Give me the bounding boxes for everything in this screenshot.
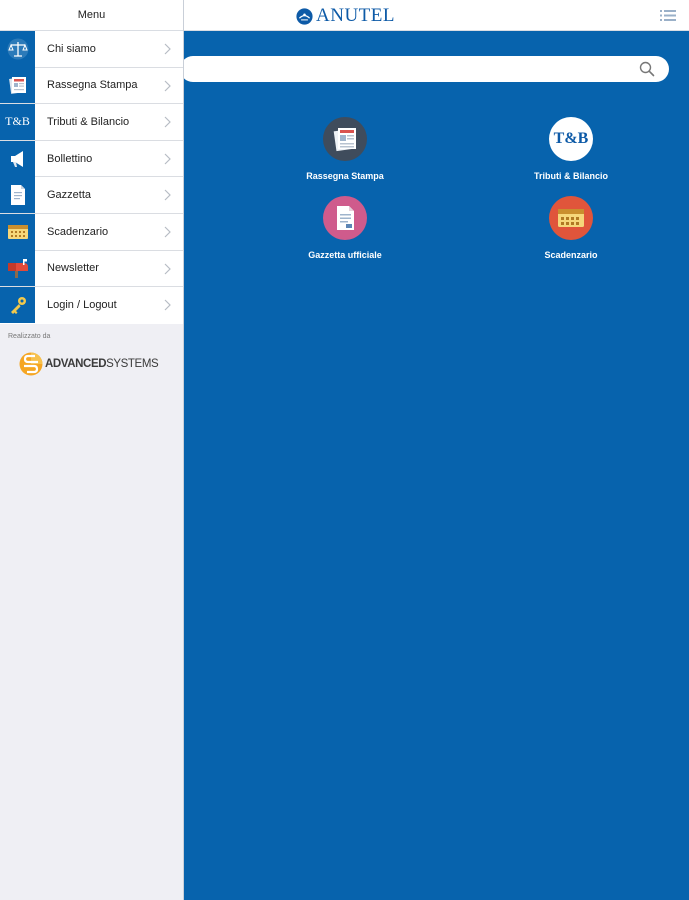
drawer-title: Menu — [0, 0, 183, 31]
tile-circle — [549, 196, 593, 240]
newspaper-icon — [333, 128, 356, 152]
search-input[interactable] — [180, 56, 669, 82]
menu-item-rassegna-stampa[interactable]: Rassegna Stampa — [0, 67, 183, 105]
menu-label: Newsletter — [47, 262, 99, 275]
tb-icon: T&B — [553, 130, 589, 147]
advanced-systems-logo-icon — [19, 352, 43, 376]
tile-label: Scadenzario — [544, 250, 598, 260]
menu-label: Rassegna Stampa — [47, 79, 138, 92]
credit-brand-light: SYSTEMS — [106, 358, 159, 370]
menu-item-tributi-bilancio[interactable]: T&B Tributi & Bilancio — [0, 103, 183, 141]
credit-label: Realizzato da — [8, 332, 51, 340]
brand-name: ANUTEL — [316, 5, 395, 26]
chevron-right-icon — [164, 80, 171, 92]
tile-label: Rassegna Stampa — [306, 171, 384, 181]
calendar-icon — [7, 224, 28, 239]
chevron-right-icon — [164, 263, 171, 274]
tile-scadenzario[interactable]: Scadenzario — [496, 196, 646, 261]
tile-tributi-bilancio[interactable]: T&B Tributi & Bilancio — [496, 117, 646, 182]
menu-icon-box — [0, 177, 35, 214]
menu-item-login-logout[interactable]: Login / Logout — [0, 287, 183, 324]
megaphone-icon — [10, 150, 23, 167]
tile-circle — [323, 117, 367, 161]
menu-label: Tributi & Bilancio — [47, 115, 130, 128]
menu-item-newsletter[interactable]: Newsletter — [0, 250, 183, 288]
newspaper-icon — [8, 77, 26, 95]
mailbox-icon — [7, 259, 28, 279]
menu-label: Login / Logout — [47, 299, 117, 312]
menu-label: Gazzetta — [47, 189, 92, 202]
search-icon[interactable] — [639, 61, 655, 77]
menu-label: Bollettino — [47, 152, 93, 165]
menu-icon-box — [0, 67, 35, 104]
menu-item-chi-siamo[interactable]: Chi siamo — [0, 30, 183, 68]
menu-icon-box — [0, 213, 35, 250]
credit-brand-bold: ADVANCED — [45, 358, 107, 370]
chevron-right-icon — [164, 153, 171, 165]
chevron-right-icon — [164, 43, 171, 55]
menu-icon-box: T&B — [0, 103, 35, 140]
menu-list: Chi siamo Rassegna Stampa T&B Tributi & … — [0, 30, 183, 324]
menu-icon-box — [0, 140, 35, 177]
brand: ANUTEL — [296, 6, 395, 26]
menu-icon-box — [0, 287, 35, 324]
anutel-logo-icon — [296, 7, 313, 25]
chevron-right-icon — [164, 226, 171, 238]
menu-icon-box — [0, 30, 35, 67]
tb-icon: T&B — [5, 114, 30, 129]
scales-icon — [7, 38, 28, 60]
menu-item-gazzetta[interactable]: Gazzetta — [0, 177, 183, 214]
menu-item-scadenzario[interactable]: Scadenzario — [0, 213, 183, 251]
tile-circle: T&B — [549, 117, 593, 161]
chevron-right-icon — [164, 299, 171, 311]
chevron-right-icon — [164, 116, 171, 128]
calendar-icon — [558, 209, 584, 227]
key-icon — [10, 297, 26, 315]
tile-label: Tributi & Bilancio — [533, 171, 608, 181]
menu-label: Chi siamo — [47, 42, 96, 55]
advanced-systems-logo[interactable]: ADVANCEDSYSTEMS — [19, 352, 167, 376]
menu-icon-box — [0, 250, 35, 287]
tile-circle — [323, 196, 367, 240]
document-icon — [10, 185, 25, 206]
menu-label: Scadenzario — [47, 225, 109, 238]
list-menu-icon[interactable] — [660, 9, 676, 22]
tile-label: Gazzetta ufficiale — [308, 250, 382, 260]
advanced-systems-name: ADVANCEDSYSTEMS — [45, 352, 159, 376]
tile-rassegna-stampa[interactable]: Rassegna Stampa — [270, 117, 420, 182]
document-icon — [337, 206, 354, 230]
chevron-right-icon — [164, 189, 171, 201]
menu-item-bollettino[interactable]: Bollettino — [0, 140, 183, 178]
side-drawer: Menu Chi siamo Rassegna Stampa T&B Tribu… — [0, 0, 184, 900]
tile-gazzetta-ufficiale[interactable]: Gazzetta ufficiale — [270, 196, 420, 261]
